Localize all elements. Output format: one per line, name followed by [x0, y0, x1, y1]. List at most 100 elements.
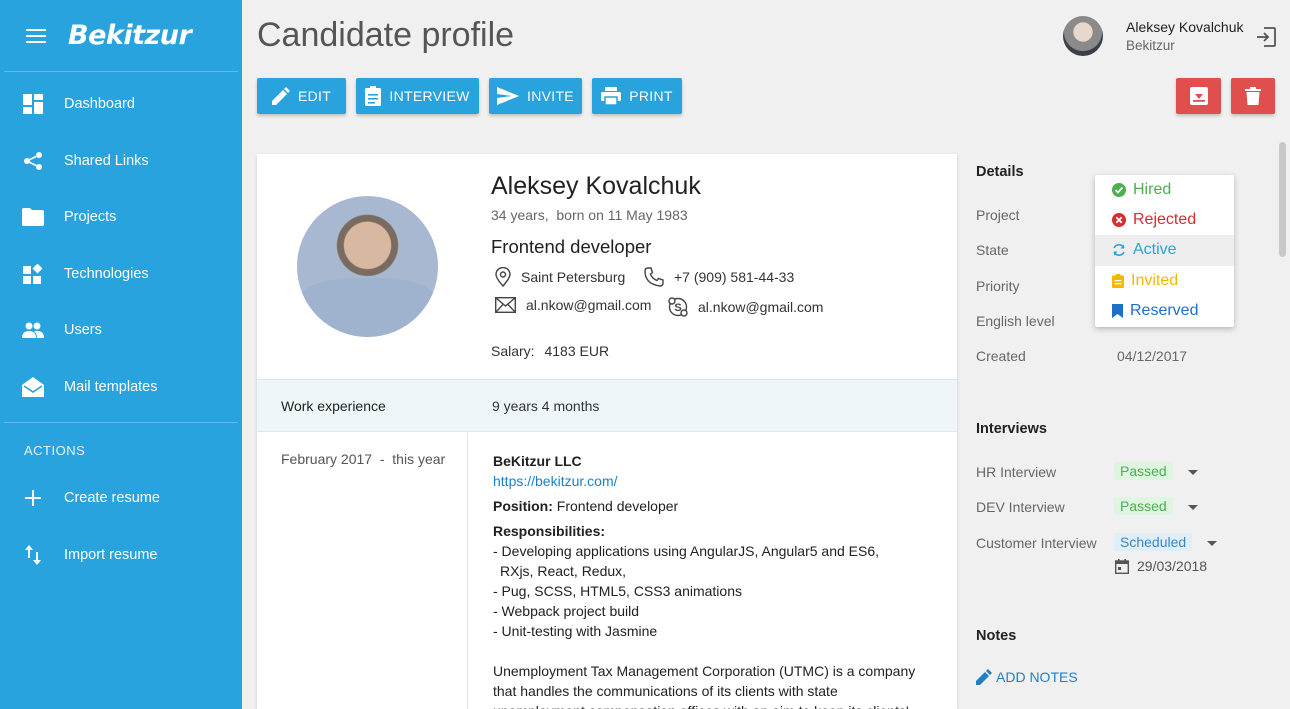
sidebar-item-dashboard[interactable]: Dashboard [0, 76, 242, 133]
user-name: Aleksey Kovalchuk [1126, 19, 1244, 35]
company-name: BeKitzur LLC [493, 453, 582, 469]
notes-title: Notes [976, 628, 1017, 644]
interview-date-text: 29/03/2018 [1137, 558, 1208, 574]
sidebar-item-shared-links[interactable]: Shared Links [0, 133, 242, 190]
state-option-hired[interactable]: Hired [1095, 175, 1234, 205]
page-title: Candidate profile [257, 16, 515, 54]
sidebar-item-label: Users [64, 322, 102, 339]
dashboard-icon [22, 93, 44, 115]
option-label: Hired [1133, 181, 1172, 199]
candidate-email[interactable]: al.nkow@gmail.com [495, 297, 651, 313]
svg-text:S: S [674, 302, 681, 314]
sidebar-action-create-resume[interactable]: Create resume [0, 470, 242, 527]
sidebar-item-users[interactable]: Users [0, 302, 242, 359]
invite-label: INVITE [527, 88, 574, 104]
experience-period: February 2017 - this year [257, 433, 468, 709]
page-scrollbar[interactable] [1276, 140, 1290, 709]
scrollbar-thumb[interactable] [1279, 142, 1286, 257]
sidebar-header: Bekitzur [4, 0, 238, 72]
candidate-role: Frontend developer [491, 236, 652, 257]
work-experience-row: Work experience 9 years 4 months [257, 379, 957, 432]
state-option-invited[interactable]: Invited [1095, 266, 1234, 296]
chevron-down-icon[interactable] [1207, 541, 1217, 546]
app-logo[interactable]: Bekitzur [68, 20, 192, 51]
sidebar-item-label: Shared Links [64, 152, 149, 169]
sidebar-item-label: Technologies [64, 265, 149, 282]
sidebar-item-mail-templates[interactable]: Mail templates [0, 359, 242, 416]
experience-details: BeKitzur LLC https://bekitzur.com/ Posit… [493, 451, 933, 709]
pencil-icon [976, 669, 992, 685]
option-label: Invited [1131, 271, 1179, 289]
candidate-photo [297, 196, 438, 337]
company-url[interactable]: https://bekitzur.com/ [493, 471, 933, 491]
add-notes-label: ADD NOTES [996, 669, 1078, 685]
user-org: Bekitzur [1126, 38, 1175, 53]
responsibility-item: - Webpack project build [493, 603, 640, 619]
candidate-age: 34 years, [491, 207, 549, 223]
position-value: Frontend developer [556, 498, 679, 514]
add-notes-button[interactable]: ADD NOTES [976, 669, 1078, 685]
period-to: this year [392, 451, 446, 467]
detail-label-priority: Priority [976, 278, 1020, 294]
chevron-down-icon[interactable] [1188, 470, 1198, 475]
option-label: Active [1133, 241, 1177, 259]
folder-icon [22, 206, 44, 228]
position-label: Position: [493, 498, 553, 514]
sidebar-action-import-resume[interactable]: Import resume [0, 527, 242, 584]
state-option-reserved[interactable]: Reserved [1095, 296, 1234, 326]
location-icon [495, 267, 511, 287]
detail-label-project: Project [976, 207, 1020, 223]
print-button[interactable]: PRINT [592, 78, 682, 114]
edit-label: EDIT [297, 88, 332, 104]
user-menu[interactable]: Aleksey Kovalchuk Bekitzur [1063, 16, 1244, 56]
interview-label-dev: DEV Interview [976, 499, 1065, 515]
candidate-name: Aleksey Kovalchuk [491, 172, 701, 200]
status-badge: Scheduled [1114, 533, 1193, 551]
avatar [1063, 16, 1103, 56]
salary-value: 4183 [544, 343, 576, 359]
bookmark-icon [1112, 303, 1123, 318]
widgets-icon [22, 263, 44, 285]
city-text: Saint Petersburg [521, 269, 626, 285]
sidebar-item-label: Mail templates [64, 378, 158, 395]
print-icon [601, 87, 622, 105]
plus-icon [22, 487, 44, 509]
interview-button[interactable]: INTERVIEW [356, 78, 479, 114]
menu-icon[interactable] [26, 28, 46, 43]
description-line: Unemployment Tax Management Corporation … [493, 663, 916, 679]
salary-label: Salary: [491, 343, 535, 359]
sidebar-item-projects[interactable]: Projects [0, 189, 242, 246]
pencil-icon [271, 87, 290, 105]
state-dropdown: Hired Rejected Active Invited Reserved [1095, 175, 1234, 327]
trash-icon [1245, 87, 1261, 105]
option-label: Reserved [1130, 301, 1199, 319]
work-experience-value: 9 years 4 months [492, 397, 600, 414]
candidate-skype[interactable]: S al.nkow@gmail.com [668, 297, 823, 317]
cancel-circle-icon [1112, 213, 1126, 228]
delete-button[interactable] [1231, 78, 1275, 114]
chevron-down-icon[interactable] [1188, 505, 1198, 510]
status-badge: Passed [1114, 497, 1173, 515]
sidebar-item-label: Dashboard [64, 96, 135, 113]
clipboard-icon [365, 86, 382, 106]
state-option-rejected[interactable]: Rejected [1095, 205, 1234, 235]
detail-label-english: English level [976, 313, 1055, 329]
interview-label-hr: HR Interview [976, 464, 1057, 480]
period-separator: - [379, 451, 385, 467]
logout-icon[interactable] [1256, 27, 1276, 47]
archive-button[interactable] [1176, 78, 1221, 114]
state-option-active[interactable]: Active [1095, 235, 1234, 266]
refresh-icon [1113, 244, 1125, 257]
sidebar-item-technologies[interactable]: Technologies [0, 246, 242, 303]
sidebar-item-label: Create resume [64, 490, 160, 507]
invite-button[interactable]: INVITE [489, 78, 582, 114]
edit-button[interactable]: EDIT [257, 78, 346, 114]
detail-label-state: State [976, 242, 1009, 258]
check-circle-icon [1112, 183, 1126, 198]
sidebar: Bekitzur Dashboard Shared Links Projects… [0, 0, 242, 709]
import-icon [22, 544, 44, 566]
description-line: unemployment compensation offices with a… [493, 701, 933, 709]
calendar-icon [1115, 558, 1129, 574]
candidate-phone[interactable]: +7 (909) 581-44-33 [644, 267, 794, 287]
work-experience-label: Work experience [281, 397, 386, 414]
